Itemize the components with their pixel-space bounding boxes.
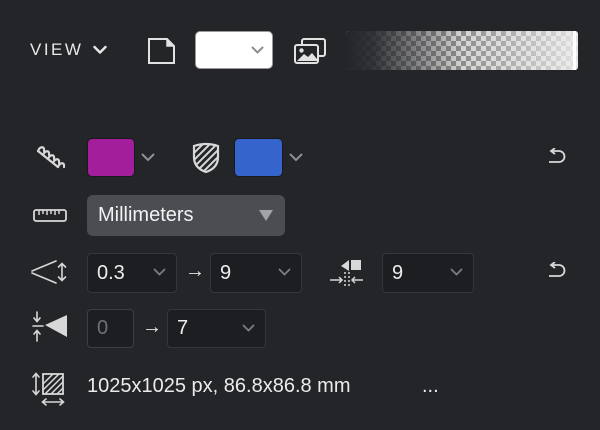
stroke-width-icon bbox=[31, 260, 67, 284]
brush-texture-icon bbox=[36, 146, 66, 169]
taper-min-input[interactable]: 0 bbox=[87, 309, 134, 348]
image-size-text: 1025x1025 px, 86.8x86.8 mm bbox=[87, 375, 351, 397]
chevron-down-icon[interactable] bbox=[450, 268, 463, 277]
outline-color-swatch[interactable] bbox=[234, 138, 283, 177]
page-icon[interactable] bbox=[147, 37, 177, 65]
chevron-down-icon bbox=[251, 46, 264, 54]
opacity-gradient bbox=[346, 31, 578, 70]
stroke-offset-input[interactable]: 9 bbox=[382, 253, 474, 293]
opacity-slider[interactable] bbox=[346, 31, 578, 70]
stroke-min-value: 0.3 bbox=[97, 261, 125, 284]
units-dropdown[interactable]: Millimeters bbox=[87, 195, 285, 236]
taper-max-value: 7 bbox=[177, 317, 189, 339]
chevron-down-icon[interactable] bbox=[278, 268, 291, 277]
taper-min-value: 0 bbox=[97, 317, 109, 339]
triangle-down-icon bbox=[259, 210, 273, 221]
stroke-max-value: 9 bbox=[220, 261, 232, 284]
background-color-dropdown[interactable] bbox=[195, 31, 273, 69]
units-value: Millimeters bbox=[98, 204, 194, 226]
undo-icon[interactable] bbox=[546, 148, 566, 165]
taper-icon bbox=[32, 311, 67, 342]
chevron-down-icon[interactable] bbox=[141, 153, 155, 162]
fill-color-swatch[interactable] bbox=[87, 138, 135, 177]
chevron-down-icon[interactable] bbox=[289, 153, 303, 162]
image-size-icon bbox=[32, 372, 65, 406]
range-arrow: → bbox=[142, 316, 162, 338]
stroke-max-input[interactable]: 9 bbox=[210, 253, 302, 293]
chevron-down-icon[interactable] bbox=[153, 268, 166, 277]
images-icon[interactable] bbox=[293, 37, 327, 65]
taper-max-input[interactable]: 7 bbox=[167, 309, 266, 348]
view-label: VIEW bbox=[30, 40, 84, 59]
shield-outline-icon bbox=[192, 142, 220, 174]
stroke-min-input[interactable]: 0.3 bbox=[87, 253, 177, 293]
view-menu-button[interactable]: VIEW bbox=[30, 38, 108, 62]
stroke-offset-value: 9 bbox=[392, 261, 404, 284]
ruler-icon bbox=[33, 209, 67, 222]
stroke-offset-icon bbox=[330, 260, 363, 288]
opacity-handle[interactable] bbox=[573, 31, 576, 70]
undo-icon[interactable] bbox=[546, 262, 566, 279]
range-arrow: → bbox=[185, 260, 205, 282]
chevron-down-icon bbox=[93, 45, 108, 54]
chevron-down-icon[interactable] bbox=[242, 324, 255, 333]
more-button[interactable]: ... bbox=[422, 375, 439, 398]
